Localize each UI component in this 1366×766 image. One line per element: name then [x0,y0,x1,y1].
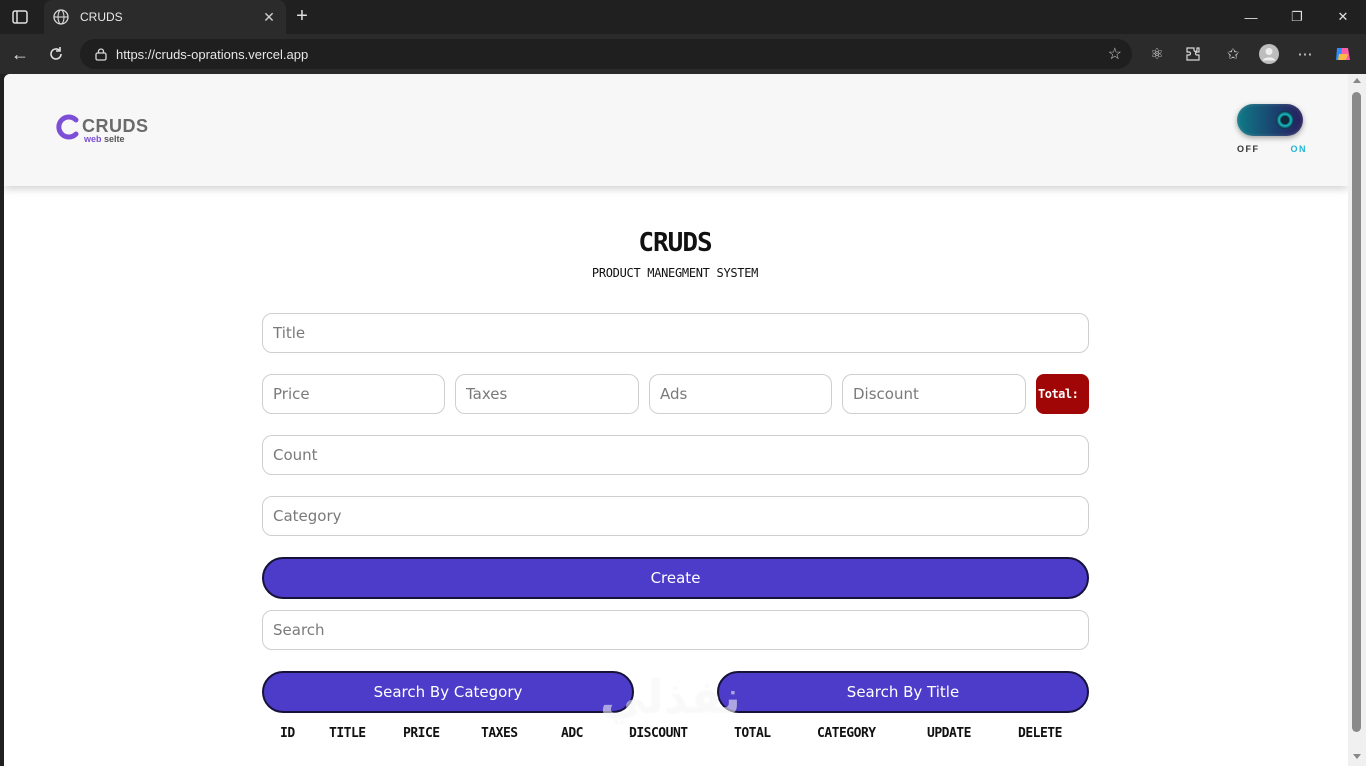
taxes-input[interactable] [455,374,639,414]
favorites-icon[interactable]: ✩ [1222,43,1244,65]
total-badge: Total: [1036,374,1089,414]
extensions-icon[interactable] [1182,43,1204,65]
favorite-star-icon[interactable]: ☆ [1108,44,1122,64]
toggle-labels: OFF ON [1237,144,1307,154]
discount-input[interactable] [842,374,1026,414]
search-input[interactable] [262,610,1089,650]
back-arrow-icon[interactable]: ← [8,42,32,66]
toggle-knob [1276,111,1294,129]
browser-toolbar: ← https://cruds-oprations.vercel.app ☆ ⚛… [0,34,1366,74]
title-input[interactable] [262,313,1089,353]
new-tab-icon[interactable]: + [290,4,314,28]
browser-tab-bar: CRUDS ✕ + — ❐ ✕ [0,0,1366,34]
more-options-icon[interactable]: ⋯ [1294,43,1316,65]
col-category: CATEGORY [817,726,876,741]
restore-icon[interactable]: ❐ [1274,0,1320,34]
url-text: https://cruds-oprations.vercel.app [116,46,309,62]
table-header: ID TITLE PRICE TAXES ADC DISCOUNT TOTAL … [262,726,1089,750]
toggle-on-label: ON [1290,144,1307,154]
col-id: ID [280,726,295,741]
scroll-down-arrow-icon[interactable] [1353,754,1361,759]
scroll-up-arrow-icon[interactable] [1353,78,1361,83]
create-button[interactable]: Create [262,557,1089,599]
search-by-category-button[interactable]: Search By Category [262,671,634,713]
close-tab-icon[interactable]: ✕ [260,9,278,26]
col-title: TITLE [329,726,366,741]
site-info-icon[interactable] [94,47,108,61]
globe-icon [53,9,69,25]
col-ads: ADC [561,726,583,741]
col-taxes: TAXES [481,726,518,741]
site-logo[interactable]: CRUDS web selte [56,114,156,148]
toggle-off-label: OFF [1237,144,1260,154]
tab-actions-icon[interactable] [8,6,32,28]
page-scrollbar[interactable] [1348,74,1366,766]
col-delete: DELETE [1018,726,1062,741]
count-input[interactable] [262,435,1089,475]
browser-tab[interactable]: CRUDS ✕ [44,0,286,34]
logo-tagline: web selte [84,134,125,144]
theme-toggle[interactable] [1237,104,1303,136]
search-by-title-button[interactable]: Search By Title [717,671,1089,713]
page-viewport: CRUDS web selte OFF ON CRUDS PRODUCT MAN… [4,74,1348,766]
scroll-thumb[interactable] [1352,92,1361,732]
page-title: CRUDS [638,228,712,258]
page-subtitle: PRODUCT MANEGMENT SYSTEM [591,266,759,280]
ads-input[interactable] [649,374,832,414]
address-bar[interactable]: https://cruds-oprations.vercel.app ☆ [80,39,1132,69]
tab-title: CRUDS [80,10,123,24]
reload-icon[interactable] [44,42,68,66]
col-update: UPDATE [927,726,971,741]
col-total: TOTAL [734,726,771,741]
site-header: CRUDS web selte OFF ON [4,74,1348,186]
copilot-icon[interactable] [1332,43,1354,65]
react-devtools-icon[interactable]: ⚛ [1146,43,1168,65]
price-input[interactable] [262,374,445,414]
close-window-icon[interactable]: ✕ [1320,0,1366,34]
col-price: PRICE [403,726,440,741]
col-discount: DISCOUNT [629,726,688,741]
logo-c-icon [56,114,79,140]
category-input[interactable] [262,496,1089,536]
minimize-icon[interactable]: — [1228,0,1274,34]
window-controls: — ❐ ✕ [1228,0,1366,34]
profile-avatar-icon[interactable] [1258,43,1280,65]
